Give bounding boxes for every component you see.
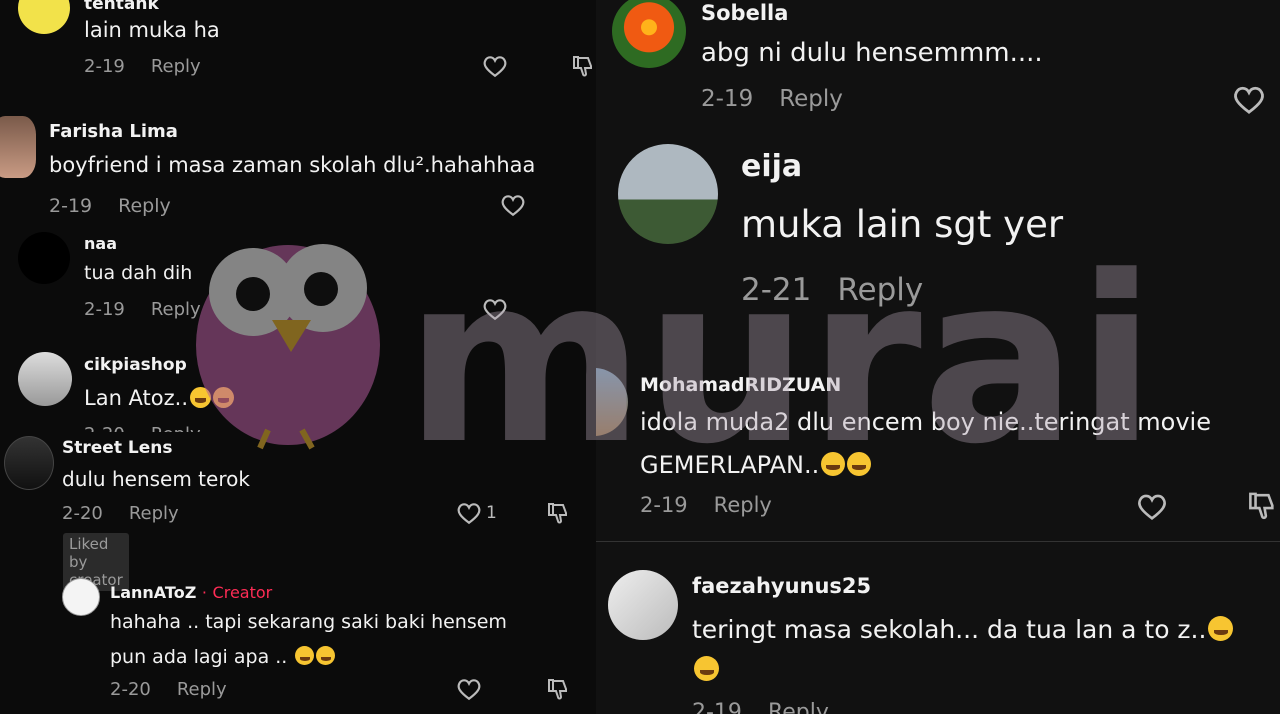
- comment-username[interactable]: Farisha Lima: [49, 121, 178, 142]
- comment-text-content: teringt masa sekolah... da tua lan a to …: [692, 615, 1207, 644]
- creator-tag: Creator: [212, 583, 273, 602]
- comment-text: boyfriend i masa zaman skolah dlu².hahah…: [49, 153, 536, 177]
- comment-text: dulu hensem terok: [62, 467, 250, 491]
- comment-username[interactable]: cikpiashop: [84, 355, 187, 375]
- reply-button[interactable]: Reply: [779, 86, 843, 112]
- avatar[interactable]: [4, 436, 54, 490]
- dislike-icon[interactable]: [570, 54, 596, 78]
- reply-button[interactable]: Reply: [118, 195, 171, 217]
- comment-text: pun ada lagi apa ..: [110, 646, 336, 668]
- comment-text: lain muka ha: [84, 18, 220, 42]
- joy-emoji-icon: [316, 646, 336, 666]
- dislike-icon[interactable]: [1246, 490, 1278, 521]
- reply-button[interactable]: Reply: [151, 299, 201, 320]
- reply-button[interactable]: Reply: [768, 700, 829, 714]
- comment-username[interactable]: Street Lens: [62, 438, 172, 458]
- comment-username[interactable]: eija: [741, 149, 802, 184]
- comment-meta: 2-21 Reply: [741, 272, 949, 308]
- heart-icon[interactable]: [456, 677, 482, 701]
- dislike-icon[interactable]: [545, 501, 571, 525]
- comment-text: GEMERLAPAN..: [640, 451, 872, 479]
- reply-button[interactable]: Reply: [151, 56, 201, 77]
- joy-emoji-icon: [1208, 616, 1234, 641]
- comment-date: 2-19: [692, 700, 742, 714]
- comment-meta: 2-20 Reply: [84, 424, 227, 432]
- comment-date: 2-19: [701, 86, 754, 112]
- comment-text: idola muda2 dlu encem boy nie..teringat …: [640, 408, 1211, 436]
- grin-emoji-icon: [847, 451, 872, 476]
- comment-meta: 2-19 Reply: [692, 700, 855, 714]
- comment-username[interactable]: naa: [84, 234, 117, 253]
- comment-date: 2-20: [84, 424, 125, 432]
- heart-icon[interactable]: [456, 501, 482, 525]
- comment-date: 2-19: [49, 195, 93, 217]
- avatar[interactable]: [18, 352, 72, 406]
- right-comment-panel: Sobella abg ni dulu hensemmm.... 2-19 Rep…: [596, 0, 1280, 714]
- comment-date: 2-19: [84, 56, 125, 77]
- heart-icon[interactable]: [482, 297, 508, 321]
- comment-meta: 2-20 Reply: [110, 679, 253, 700]
- comment-username[interactable]: Sobella: [701, 1, 788, 25]
- left-comment-panel: tentank lain muka ha 2-19 Reply Farisha L…: [0, 0, 600, 714]
- comment-meta: 2-19 Reply: [49, 195, 197, 217]
- comment-text-content: pun ada lagi apa ..: [110, 646, 288, 668]
- avatar[interactable]: [18, 232, 70, 284]
- reply-button[interactable]: Reply: [129, 503, 179, 524]
- comment-text: abg ni dulu hensemmm....: [701, 38, 1043, 68]
- reply-button[interactable]: Reply: [151, 424, 201, 432]
- joy-emoji-icon: [295, 646, 315, 666]
- dislike-icon[interactable]: [545, 677, 571, 701]
- avatar[interactable]: [608, 570, 678, 640]
- reply-button[interactable]: Reply: [714, 493, 772, 517]
- comment-text: muka lain sgt yer: [741, 203, 1064, 246]
- comment-text: teringt masa sekolah... da tua lan a to …: [692, 615, 1234, 644]
- comment-date: 2-20: [62, 503, 103, 524]
- comment-meta: 2-20 Reply: [62, 503, 205, 524]
- avatar[interactable]: [18, 0, 70, 34]
- heart-icon[interactable]: [500, 193, 526, 217]
- comment-text-emoji-line: [692, 655, 719, 684]
- comment-date: 2-20: [110, 679, 151, 700]
- avatar[interactable]: [618, 144, 718, 244]
- comment-meta: 2-19 Reply: [84, 299, 227, 320]
- panel-divider: [596, 541, 1280, 542]
- comment-text: hahaha .. tapi sekarang saki baki hensem: [110, 611, 507, 633]
- comment-username[interactable]: MohamadRIDZUAN: [640, 374, 841, 396]
- comment-meta: 2-19 Reply: [640, 493, 798, 517]
- reply-button[interactable]: Reply: [837, 272, 923, 308]
- comment-username[interactable]: faezahyunus25: [692, 574, 871, 598]
- joy-emoji-icon: [694, 656, 719, 681]
- sweat-smile-emoji-icon: [190, 386, 212, 408]
- username-text: LannAToZ: [110, 583, 197, 602]
- comment-text: tua dah dih: [84, 262, 193, 284]
- heart-icon[interactable]: [1232, 84, 1266, 115]
- comment-text: Lan Atoz..: [84, 386, 235, 410]
- avatar[interactable]: [62, 578, 100, 616]
- comment-date: 2-19: [640, 493, 688, 517]
- smiling-hearts-emoji-icon: [821, 451, 846, 476]
- heart-icon[interactable]: [1136, 492, 1168, 521]
- heart-icon[interactable]: [482, 54, 508, 78]
- creator-separator: ·: [201, 583, 207, 602]
- avatar[interactable]: [0, 116, 36, 178]
- comment-text-content: GEMERLAPAN..: [640, 451, 820, 479]
- avatar[interactable]: [612, 0, 686, 68]
- comment-meta: 2-19 Reply: [701, 86, 869, 112]
- comment-meta: 2-19 Reply: [84, 56, 227, 77]
- comment-username[interactable]: tentank: [84, 0, 159, 14]
- comment-date: 2-19: [84, 299, 125, 320]
- sweat-smile-emoji-icon: [213, 386, 235, 408]
- like-count: 1: [486, 503, 497, 523]
- comment-date: 2-21: [741, 272, 812, 308]
- avatar[interactable]: [596, 368, 628, 436]
- comment-text-content: Lan Atoz..: [84, 386, 189, 410]
- comment-username[interactable]: LannAToZ · Creator: [110, 583, 272, 602]
- reply-button[interactable]: Reply: [177, 679, 227, 700]
